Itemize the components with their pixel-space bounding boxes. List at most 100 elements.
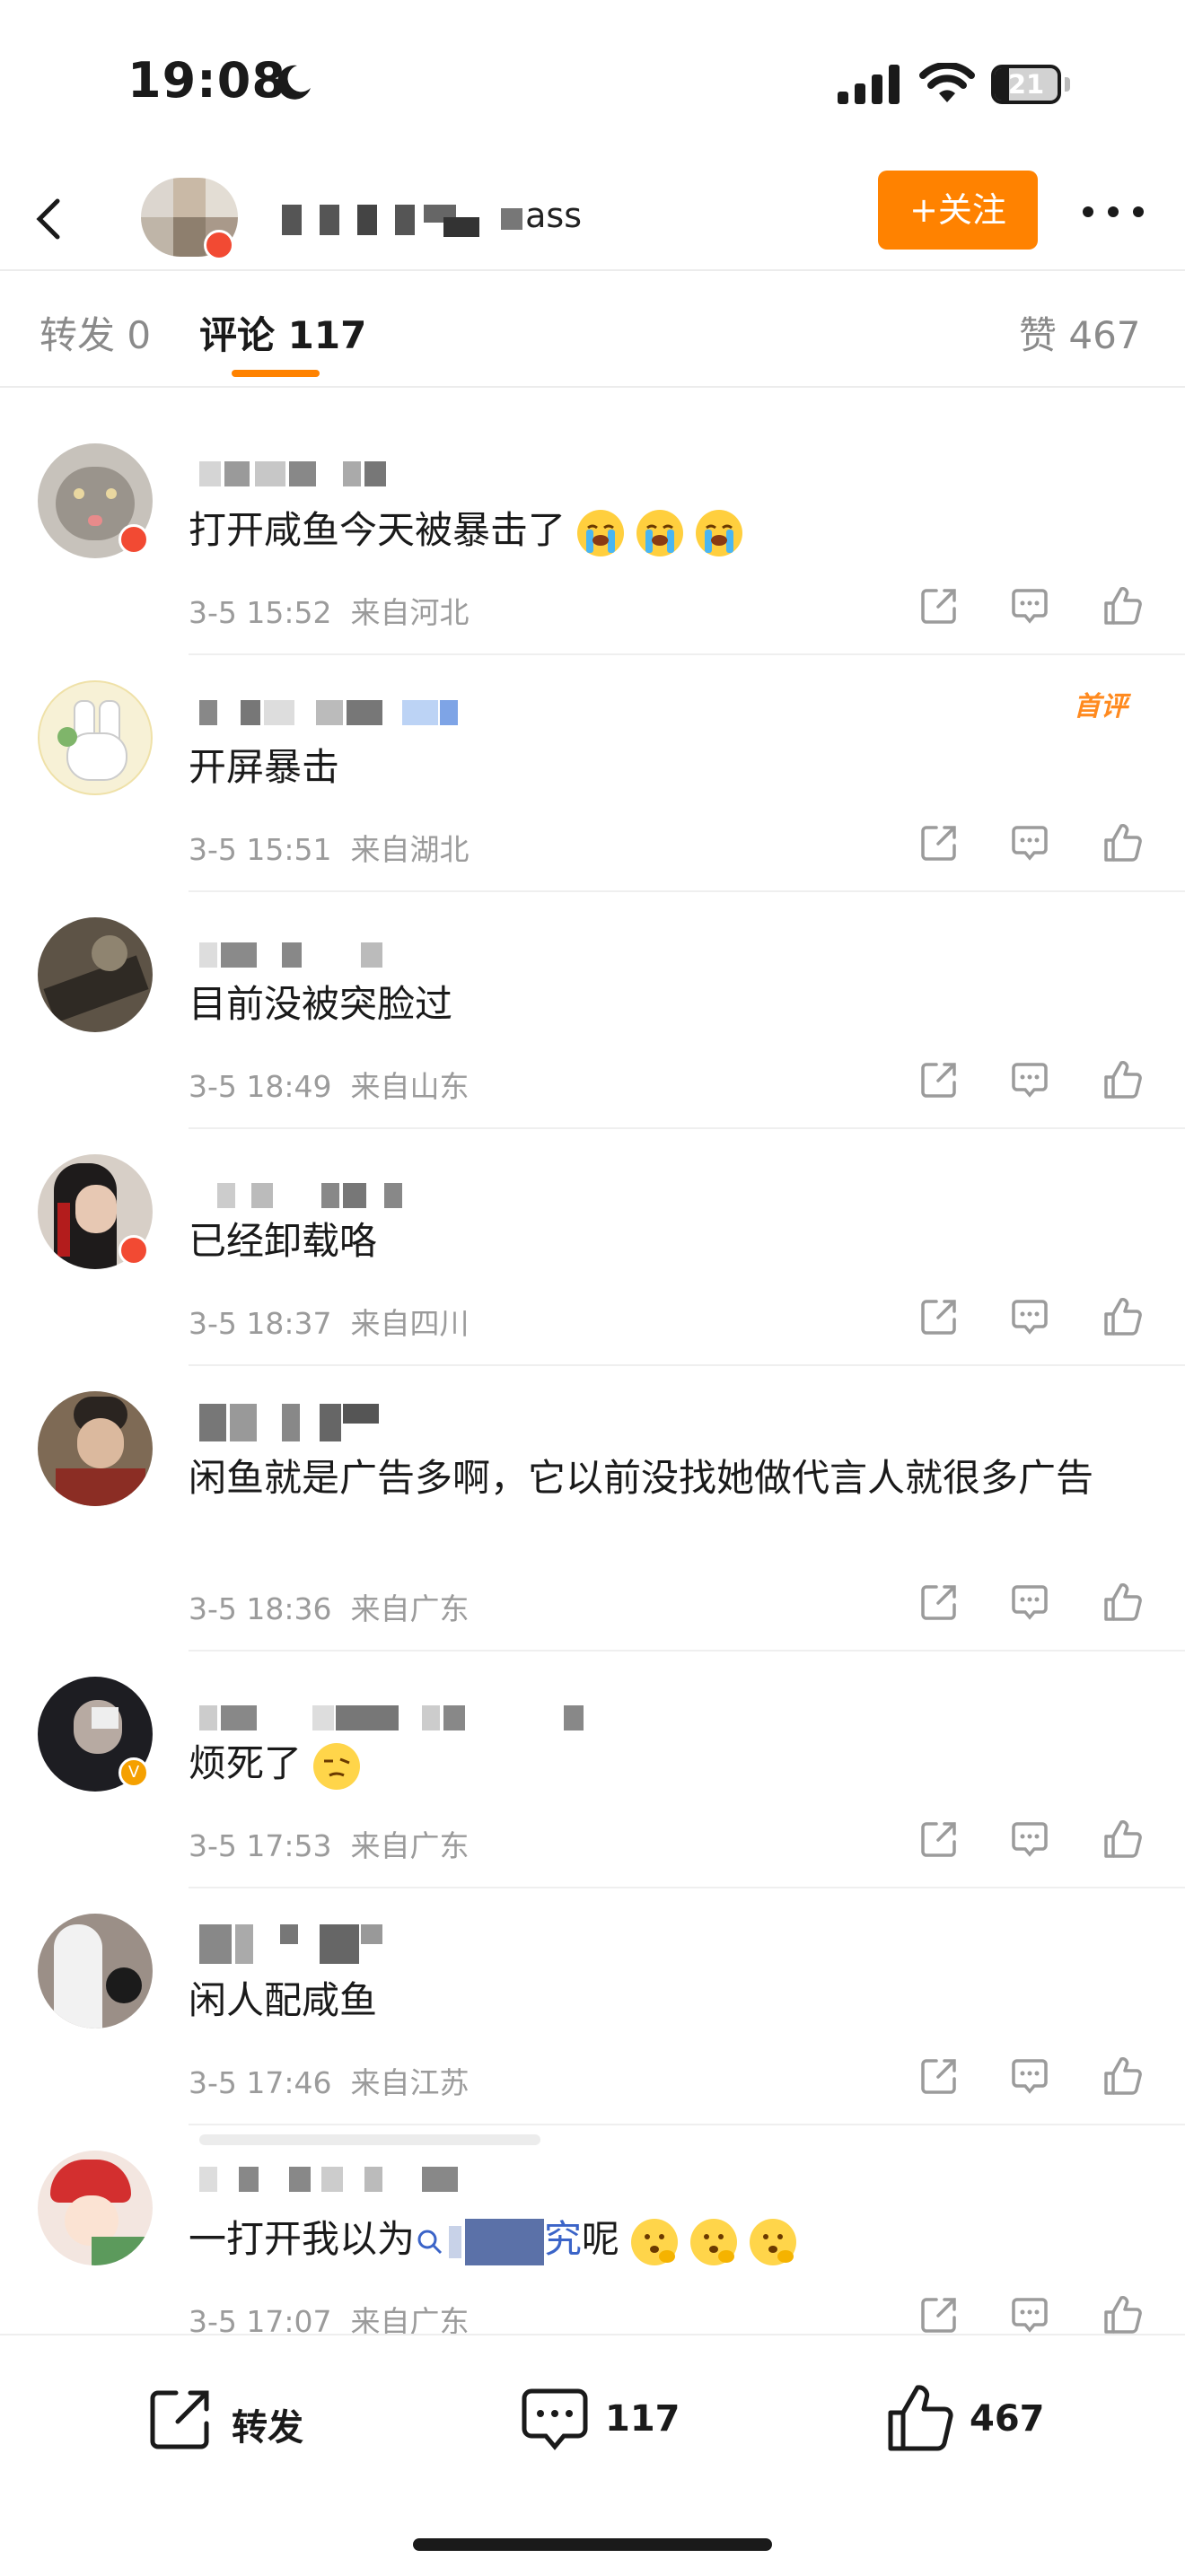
- comment-location: 来自广东: [350, 2304, 470, 2334]
- comment-item[interactable]: V 烦死了 3-5 17:53 来自广东: [0, 1650, 1185, 1887]
- status-time: 19:08: [127, 52, 286, 109]
- comment-text: 目前没被突脸过: [189, 982, 453, 1026]
- tabs-divider: [0, 386, 1185, 388]
- comment-item[interactable]: 一打开我以为 究呢 3-5 17:07 来自广东: [0, 2124, 1185, 2334]
- reply-icon[interactable]: [1009, 2055, 1050, 2097]
- like-icon[interactable]: [1102, 2294, 1143, 2334]
- comment-divider: [189, 1127, 1185, 1129]
- comment-meta: 3-5 17:53 来自广东: [189, 1822, 469, 1865]
- share-icon[interactable]: [918, 2294, 960, 2334]
- like-icon[interactable]: [1102, 1296, 1143, 1337]
- comment-meta: 3-5 15:52 来自河北: [189, 589, 469, 632]
- verified-badge-icon: [118, 524, 149, 555]
- share-icon[interactable]: [918, 1818, 960, 1860]
- crying-emoji-icon: [577, 509, 625, 556]
- commenter-username[interactable]: [199, 461, 397, 488]
- reply-icon[interactable]: [1009, 822, 1050, 863]
- crying-emoji-icon: [696, 509, 743, 556]
- comment-meta: 3-5 18:36 来自广东: [189, 1585, 469, 1628]
- commenter-username[interactable]: [199, 942, 397, 969]
- comment-location: 来自山东: [350, 1069, 470, 1104]
- comment-item[interactable]: 打开咸鱼今天被暴击了 3-5 15:52 来自河北: [0, 416, 1185, 653]
- like-icon[interactable]: [1102, 1818, 1143, 1860]
- reply-icon[interactable]: [1009, 585, 1050, 626]
- poster-username[interactable]: ass: [282, 196, 582, 241]
- commenter-avatar[interactable]: [38, 1391, 153, 1506]
- verified-badge-icon: [204, 230, 234, 260]
- comment-text: 开屏暴击: [189, 745, 340, 789]
- search-link[interactable]: 究: [415, 2217, 582, 2265]
- bored-emoji-icon: [313, 1742, 361, 1790]
- commenter-avatar[interactable]: [38, 680, 153, 795]
- back-icon[interactable]: [27, 192, 72, 246]
- comment-item[interactable]: 开屏暴击 3-5 15:51 来自湖北: [0, 653, 1185, 890]
- commenter-username[interactable]: [199, 1404, 397, 1443]
- reply-icon[interactable]: [1009, 1059, 1050, 1100]
- share-icon[interactable]: [918, 822, 960, 863]
- reply-icon[interactable]: [1009, 1818, 1050, 1860]
- comment-divider: [189, 1650, 1185, 1652]
- thinking-emoji-icon: [631, 2218, 679, 2265]
- share-icon[interactable]: [918, 1059, 960, 1100]
- comment-meta: 3-5 17:46 来自江苏: [189, 2059, 469, 2102]
- comment-text: 已经卸载咯: [189, 1219, 378, 1263]
- comment-text: 烦死了: [189, 1736, 1149, 1792]
- comment-time: 3-5 18:49: [189, 1069, 332, 1104]
- signal-icon: [838, 65, 900, 104]
- reply-icon[interactable]: [1009, 1296, 1050, 1337]
- comment-item[interactable]: 闲鱼就是广告多啊，它以前没找她做代言人就很多广告 3-5 18:36 来自广东: [0, 1364, 1185, 1650]
- reply-icon[interactable]: [1009, 1582, 1050, 1623]
- home-indicator: [413, 2538, 772, 2551]
- more-icon[interactable]: [1077, 196, 1149, 228]
- moon-icon: [277, 65, 311, 100]
- repost-button[interactable]: 转发: [145, 2384, 343, 2456]
- commenter-avatar[interactable]: [38, 1914, 153, 2028]
- comment-time: 3-5 17:53: [189, 1828, 332, 1863]
- repost-label: 转发: [232, 2407, 303, 2449]
- poster-username-visible: ass: [525, 196, 582, 235]
- like-icon[interactable]: [1102, 1582, 1143, 1623]
- verified-badge-icon: [118, 1235, 149, 1266]
- like-icon[interactable]: [1102, 1059, 1143, 1100]
- commenter-username[interactable]: [199, 700, 487, 727]
- comment-time: 3-5 15:51: [189, 832, 332, 867]
- share-icon[interactable]: [918, 2055, 960, 2097]
- comment-item[interactable]: 目前没被突脸过 3-5 18:49 来自山东: [0, 890, 1185, 1127]
- tab-comments[interactable]: 评论 117: [199, 305, 366, 360]
- comment-meta: 3-5 15:51 来自湖北: [189, 826, 469, 869]
- commenter-username[interactable]: [199, 2167, 469, 2194]
- comment-location: 来自江苏: [350, 2065, 470, 2100]
- tab-repost[interactable]: 转发 0: [40, 305, 151, 360]
- commenter-username[interactable]: [199, 1183, 415, 1210]
- comment-text: 一打开我以为 究呢: [189, 2212, 1149, 2267]
- commenter-username[interactable]: [199, 1705, 594, 1732]
- comment-text: 闲人配咸鱼: [189, 1978, 378, 2022]
- like-button[interactable]: 467: [883, 2382, 1099, 2458]
- like-icon[interactable]: [1102, 2055, 1143, 2097]
- like-icon[interactable]: [1102, 822, 1143, 863]
- follow-button[interactable]: +关注: [878, 171, 1038, 250]
- comment-item[interactable]: 已经卸载咯 3-5 18:37 来自四川: [0, 1127, 1185, 1364]
- hidden-reply-bar: [199, 2134, 540, 2145]
- comment-item[interactable]: 闲人配咸鱼 3-5 17:46 来自江苏: [0, 1887, 1185, 2124]
- reply-icon[interactable]: [1009, 2294, 1050, 2334]
- comment-divider: [189, 653, 1185, 655]
- share-icon[interactable]: [918, 1296, 960, 1337]
- comment-divider: [189, 2124, 1185, 2125]
- first-comment-tag: 首评: [1074, 691, 1128, 723]
- commenter-avatar[interactable]: [38, 917, 153, 1032]
- comment-time: 3-5 17:07: [189, 2304, 332, 2334]
- comment-divider: [189, 890, 1185, 892]
- commenter-avatar[interactable]: [38, 2151, 153, 2265]
- commenter-username[interactable]: [199, 1924, 397, 1966]
- share-icon[interactable]: [918, 1582, 960, 1623]
- comment-count: 117: [605, 2398, 680, 2440]
- like-icon[interactable]: [1102, 585, 1143, 626]
- comment-meta: 3-5 17:07 来自广东: [189, 2298, 469, 2334]
- tab-likes[interactable]: 赞 467: [1019, 305, 1141, 360]
- share-icon[interactable]: [918, 585, 960, 626]
- comment-location: 来自河北: [350, 595, 470, 630]
- thumbs-up-icon: [888, 2385, 953, 2451]
- comment-button[interactable]: 117: [519, 2384, 716, 2456]
- poster-avatar[interactable]: [141, 178, 238, 260]
